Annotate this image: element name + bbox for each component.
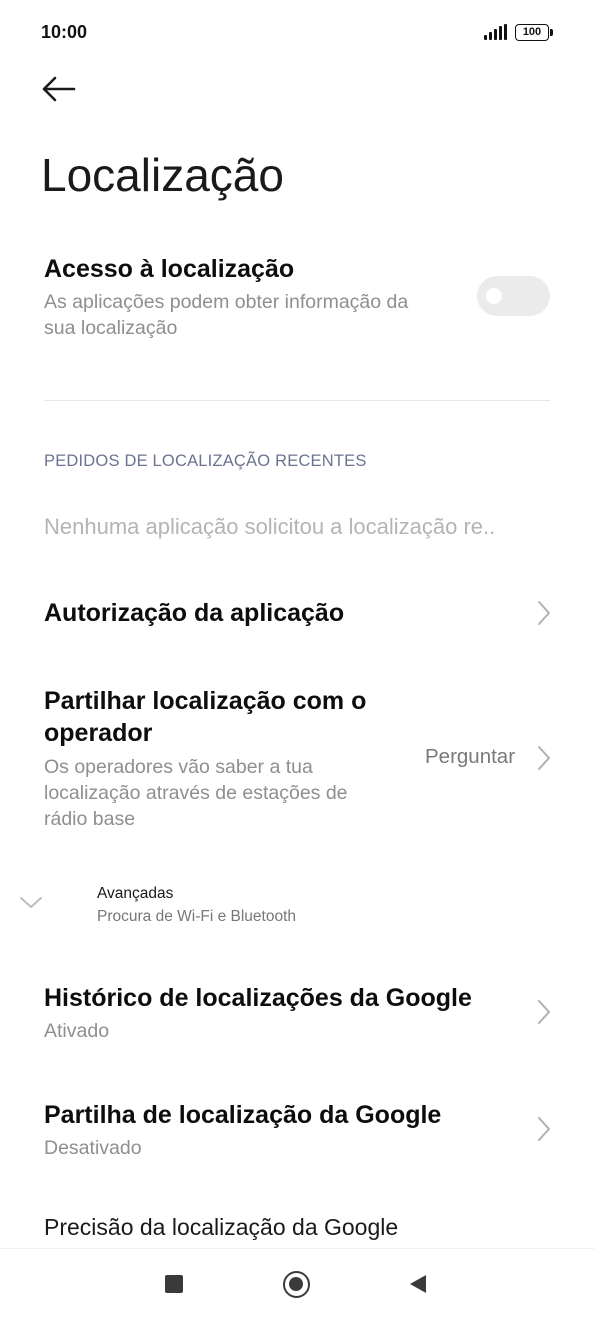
google-location-sharing-status: Desativado (44, 1137, 142, 1159)
chevron-right-icon (538, 1000, 550, 1024)
divider (44, 400, 550, 401)
status-bar: 10:00 100 (0, 0, 594, 64)
recents-button[interactable] (165, 1275, 183, 1293)
advanced-subtitle: Procura de Wi-Fi e Bluetooth (97, 908, 297, 925)
recent-requests-header: PEDIDOS DE LOCALIZAÇÃO RECENTES (44, 452, 367, 470)
battery-level: 100 (522, 26, 542, 38)
advanced-title: Avançadas (97, 885, 174, 902)
location-access-toggle[interactable] (477, 276, 550, 316)
share-operator-subtitle-line3: rádio base (44, 808, 136, 830)
chevron-right-icon (538, 601, 550, 625)
arrow-left-icon (42, 76, 76, 102)
share-operator-value: Perguntar (425, 745, 516, 768)
share-operator-subtitle-line1: Os operadores vão saber a tua (44, 756, 313, 778)
location-access-subtitle-line1: As aplicações podem obter informação da (44, 291, 409, 313)
google-location-accuracy-row[interactable]: Precisão da localização da Google (44, 1214, 398, 1241)
location-settings-screen: 10:00 100 Localização Acesso à localizaç… (0, 0, 594, 1320)
battery-icon: 100 (515, 24, 549, 41)
home-button[interactable] (283, 1271, 310, 1298)
chevron-down-icon (20, 897, 42, 908)
back-button[interactable] (40, 74, 88, 114)
status-time: 10:00 (41, 22, 88, 42)
app-authorization-title: Autorização da aplicação (44, 599, 345, 627)
google-location-history-title: Histórico de localizações da Google (44, 984, 472, 1012)
chevron-right-icon (538, 1117, 550, 1141)
back-triangle-button[interactable] (408, 1274, 428, 1294)
google-location-sharing-title: Partilha de localização da Google (44, 1101, 442, 1129)
share-operator-title-line2: operador (44, 719, 153, 747)
share-operator-title-line1: Partilhar localização com o (44, 687, 367, 715)
recent-requests-empty-text: Nenhuma aplicação solicitou a localizaçã… (44, 514, 496, 539)
location-access-subtitle-line2: sua localização (44, 317, 178, 339)
signal-bars-icon (484, 24, 508, 40)
chevron-right-icon (538, 746, 550, 770)
location-access-title: Acesso à localização (44, 255, 295, 283)
google-location-history-status: Ativado (44, 1020, 110, 1042)
page-title: Localização (41, 149, 284, 201)
share-operator-subtitle-line2: localização através de estações de (44, 782, 348, 804)
toggle-knob (486, 288, 502, 304)
battery-tip (550, 29, 553, 36)
navigation-bar (0, 1248, 594, 1320)
